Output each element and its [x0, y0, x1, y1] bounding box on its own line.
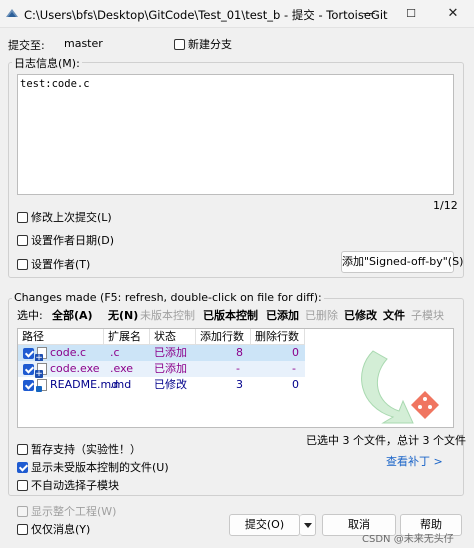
file-lines-added: 3 [236, 378, 243, 391]
file-status: 已修改 [154, 378, 187, 391]
file-extension: .md [110, 378, 132, 391]
file-status: 已添加 [154, 362, 187, 375]
checkbox-icon [17, 235, 28, 246]
log-message-group-label: 日志信息(M): [12, 55, 82, 71]
stash-support-label: 暂存支持（实验性！） [31, 443, 141, 456]
file-lines-deleted: 0 [292, 346, 299, 359]
title-bar: C:\Users\bfs\Desktop\GitCode\Test_01\tes… [0, 0, 474, 28]
filter-submodules-link[interactable]: 子模块 [411, 307, 444, 323]
column-header-lines-added[interactable]: 添加行数 [196, 329, 251, 345]
filter-modified-link[interactable]: 已修改 [344, 307, 377, 323]
file-lines-deleted: - [292, 362, 296, 375]
show-unversioned-label: 显示未受版本控制的文件(U) [31, 461, 169, 474]
show-whole-project-label: 显示整个工程(W) [31, 505, 117, 518]
no-autoselect-submodules-checkbox[interactable]: 不自动选择子模块 [17, 477, 119, 493]
chevron-down-icon [303, 523, 312, 528]
amend-checkbox[interactable]: 修改上次提交(L) [17, 209, 112, 225]
filter-deleted-link[interactable]: 已删除 [305, 307, 338, 323]
select-label: 选中: [17, 309, 43, 322]
file-path: code.c [50, 346, 87, 359]
checkbox-icon [17, 462, 28, 473]
commit-message-input[interactable]: test:code.c [17, 74, 454, 195]
set-author-date-checkbox[interactable]: 设置作者日期(D) [17, 232, 114, 248]
checkbox-icon [17, 259, 28, 270]
amend-label: 修改上次提交(L) [31, 211, 112, 224]
changes-group-label: Changes made (F5: refresh, double-click … [12, 291, 324, 304]
commit-dropdown-button[interactable] [300, 514, 316, 536]
view-patch-link[interactable]: 查看补丁 > [386, 453, 443, 469]
new-branch-label: 新建分支 [188, 38, 232, 51]
branch-name: master [64, 37, 103, 50]
file-status: 已添加 [154, 346, 187, 359]
table-row[interactable]: code.exe .exe 已添加 - - [18, 361, 305, 378]
row-checkbox[interactable] [23, 364, 34, 375]
checkbox-icon [17, 524, 28, 535]
checkbox-icon [17, 506, 28, 517]
commit-button[interactable]: 提交(O) [229, 514, 300, 536]
minimize-button[interactable]: — [348, 0, 390, 28]
show-unversioned-checkbox[interactable]: 显示未受版本控制的文件(U) [17, 459, 169, 475]
column-header-path[interactable]: 路径 [18, 329, 104, 345]
no-autoselect-submodules-label: 不自动选择子模块 [31, 479, 119, 492]
file-lines-added: - [236, 362, 240, 375]
file-modified-icon [36, 379, 47, 392]
message-line-counter: 1/12 [433, 199, 458, 212]
filter-unversioned-link[interactable]: 未版本控制 [140, 307, 195, 323]
set-author-checkbox[interactable]: 设置作者(T) [17, 256, 90, 272]
table-row[interactable]: README.md .md 已修改 3 0 [18, 377, 305, 393]
filter-versioned-link[interactable]: 已版本控制 [203, 307, 258, 323]
maximize-button[interactable]: ☐ [390, 0, 432, 28]
set-author-label: 设置作者(T) [31, 258, 91, 271]
filter-all-link[interactable]: 全部(A) [52, 307, 93, 323]
changed-files-list[interactable]: 路径 扩展名 状态 添加行数 删除行数 code.c .c 已添加 8 0 co… [17, 328, 454, 428]
message-only-label: 仅仅消息(Y) [31, 523, 91, 536]
watermark-text: CSDN @未来无头仔 [362, 534, 454, 545]
checkbox-icon [17, 212, 28, 223]
filter-files-link[interactable]: 文件 [383, 307, 405, 323]
new-branch-checkbox[interactable]: 新建分支 [174, 36, 232, 52]
file-lines-added: 8 [236, 346, 243, 359]
row-checkbox[interactable] [23, 380, 34, 391]
close-button[interactable]: ✕ [432, 0, 474, 28]
checkbox-icon [17, 444, 28, 455]
selection-summary: 已选中 3 个文件，总计 3 个文件 [306, 434, 466, 447]
table-row[interactable]: code.c .c 已添加 8 0 [18, 345, 305, 362]
filter-added-link[interactable]: 已添加 [266, 307, 299, 323]
stash-support-checkbox[interactable]: 暂存支持（实验性！） [17, 441, 141, 457]
checkbox-icon [17, 480, 28, 491]
file-path: README.md [50, 378, 119, 391]
column-header-extension[interactable]: 扩展名 [104, 329, 150, 345]
window-title: C:\Users\bfs\Desktop\GitCode\Test_01\tes… [24, 8, 388, 22]
file-lines-deleted: 0 [292, 378, 299, 391]
column-header-status[interactable]: 状态 [150, 329, 196, 345]
file-extension: .exe [110, 362, 134, 375]
column-header-lines-deleted[interactable]: 删除行数 [251, 329, 305, 345]
commit-to-label: 提交至: [8, 39, 45, 52]
file-added-icon [35, 363, 47, 378]
row-checkbox[interactable] [23, 348, 34, 359]
tortoisegit-app-icon [6, 9, 18, 17]
checkbox-icon [174, 39, 185, 50]
filter-none-link[interactable]: 无(N) [108, 307, 138, 323]
file-added-icon [35, 347, 47, 362]
show-whole-project-checkbox[interactable]: 显示整个工程(W) [17, 503, 116, 519]
message-only-checkbox[interactable]: 仅仅消息(Y) [17, 521, 90, 537]
file-path: code.exe [50, 362, 100, 375]
tortoisegit-watermark-icon [361, 350, 439, 424]
file-extension: .c [110, 346, 120, 359]
add-signed-off-by-button[interactable]: 添加"Signed-off-by"(S) [341, 251, 463, 273]
set-author-date-label: 设置作者日期(D) [31, 234, 115, 247]
